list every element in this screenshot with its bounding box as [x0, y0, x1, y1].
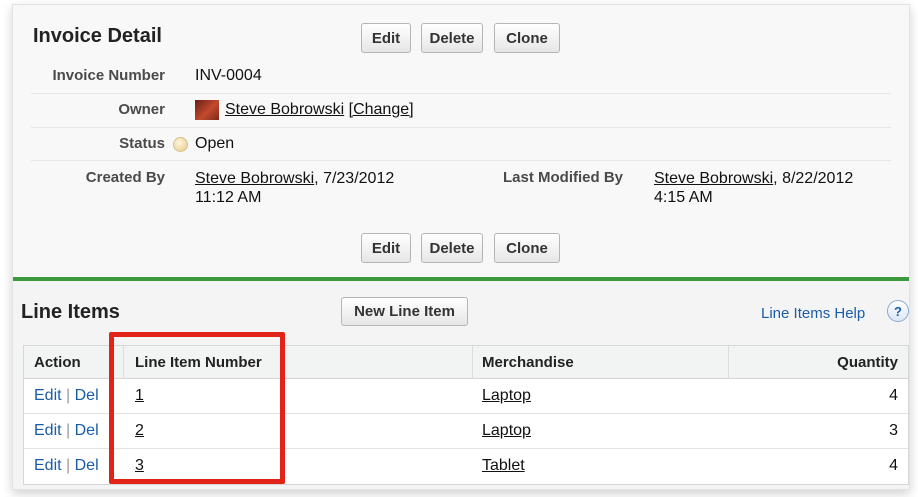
help-icon[interactable]: ? [887, 300, 909, 322]
column-divider [123, 346, 124, 379]
column-header-quantity[interactable]: Quantity [837, 354, 898, 371]
owner-change-link[interactable]: [Change] [349, 101, 414, 118]
column-divider [472, 346, 473, 379]
line-item-number-link[interactable]: 2 [135, 422, 144, 440]
delete-link[interactable]: Del [75, 387, 99, 404]
owner-value: Steve Bobrowski [Change] [225, 101, 414, 119]
section-title: Invoice Detail [33, 25, 162, 47]
action-separator: | [61, 457, 75, 474]
column-divider [728, 346, 729, 379]
owner-link[interactable]: Steve Bobrowski [225, 101, 344, 118]
delete-button[interactable]: Delete [421, 23, 483, 53]
status-label: Status [119, 135, 165, 152]
created-by-label: Created By [85, 169, 165, 186]
merchandise-link[interactable]: Laptop [482, 387, 531, 405]
last-modified-by-date: , 8/22/2012 [773, 170, 854, 187]
merchandise-link[interactable]: Laptop [482, 422, 531, 440]
invoice-detail-section: Invoice Detail Edit Delete Clone Invoice… [13, 5, 909, 277]
created-by-time: 11:12 AM [195, 189, 262, 206]
line-item-number-link[interactable]: 3 [135, 457, 144, 475]
clone-button[interactable]: Clone [494, 23, 560, 53]
merchandise-link[interactable]: Tablet [482, 457, 525, 475]
status-circle-icon [173, 137, 188, 152]
delete-button-bottom[interactable]: Delete [421, 233, 483, 263]
column-header-line-item-number[interactable]: Line Item Number [135, 354, 262, 371]
created-by-date: , 7/23/2012 [314, 170, 395, 187]
delete-link[interactable]: Del [75, 457, 99, 474]
delete-link[interactable]: Del [75, 422, 99, 439]
edit-button-bottom[interactable]: Edit [361, 233, 411, 263]
column-header-action: Action [34, 354, 81, 371]
last-modified-by-label: Last Modified By [502, 169, 623, 186]
owner-label: Owner [118, 101, 165, 118]
created-by-value: Steve Bobrowski, 7/23/2012 11:12 AM [195, 169, 394, 207]
row-actions: Edit | Del [34, 387, 99, 405]
table-row: Edit | Del 2 Laptop 3 [24, 414, 908, 449]
table-header: Action Line Item Number Merchandise Quan… [24, 346, 908, 379]
table-row: Edit | Del 1 Laptop 4 [24, 379, 908, 414]
status-value: Open [195, 135, 235, 152]
invoice-number-label: Invoice Number [52, 67, 165, 84]
created-by-link[interactable]: Steve Bobrowski [195, 170, 314, 187]
line-items-help-link[interactable]: Line Items Help [761, 305, 865, 322]
edit-link[interactable]: Edit [34, 387, 62, 404]
avatar [195, 100, 219, 120]
clone-button-bottom[interactable]: Clone [494, 233, 560, 263]
quantity-value: 4 [889, 457, 898, 474]
divider [31, 93, 891, 94]
table-row: Edit | Del 3 Tablet 4 [24, 449, 908, 484]
row-actions: Edit | Del [34, 422, 99, 440]
edit-button[interactable]: Edit [361, 23, 411, 53]
row-actions: Edit | Del [34, 457, 99, 475]
quantity-value: 3 [889, 422, 898, 439]
divider [31, 160, 891, 161]
invoice-page: Invoice Detail Edit Delete Clone Invoice… [12, 4, 910, 490]
last-modified-by-link[interactable]: Steve Bobrowski [654, 170, 773, 187]
column-header-merchandise[interactable]: Merchandise [482, 354, 574, 371]
quantity-value: 4 [889, 387, 898, 404]
action-separator: | [61, 422, 75, 439]
line-item-number-link[interactable]: 1 [135, 387, 144, 405]
line-items-table: Action Line Item Number Merchandise Quan… [23, 345, 909, 485]
divider [31, 127, 891, 128]
line-items-title: Line Items [21, 301, 120, 323]
invoice-number-value: INV-0004 [195, 67, 262, 84]
edit-link[interactable]: Edit [34, 457, 62, 474]
line-items-related-list: Line Items New Line Item Line Items Help… [13, 277, 909, 489]
edit-link[interactable]: Edit [34, 422, 62, 439]
last-modified-by-value: Steve Bobrowski, 8/22/2012 4:15 AM [654, 169, 853, 207]
last-modified-by-time: 4:15 AM [654, 189, 713, 206]
new-line-item-button[interactable]: New Line Item [341, 297, 468, 326]
action-separator: | [61, 387, 75, 404]
